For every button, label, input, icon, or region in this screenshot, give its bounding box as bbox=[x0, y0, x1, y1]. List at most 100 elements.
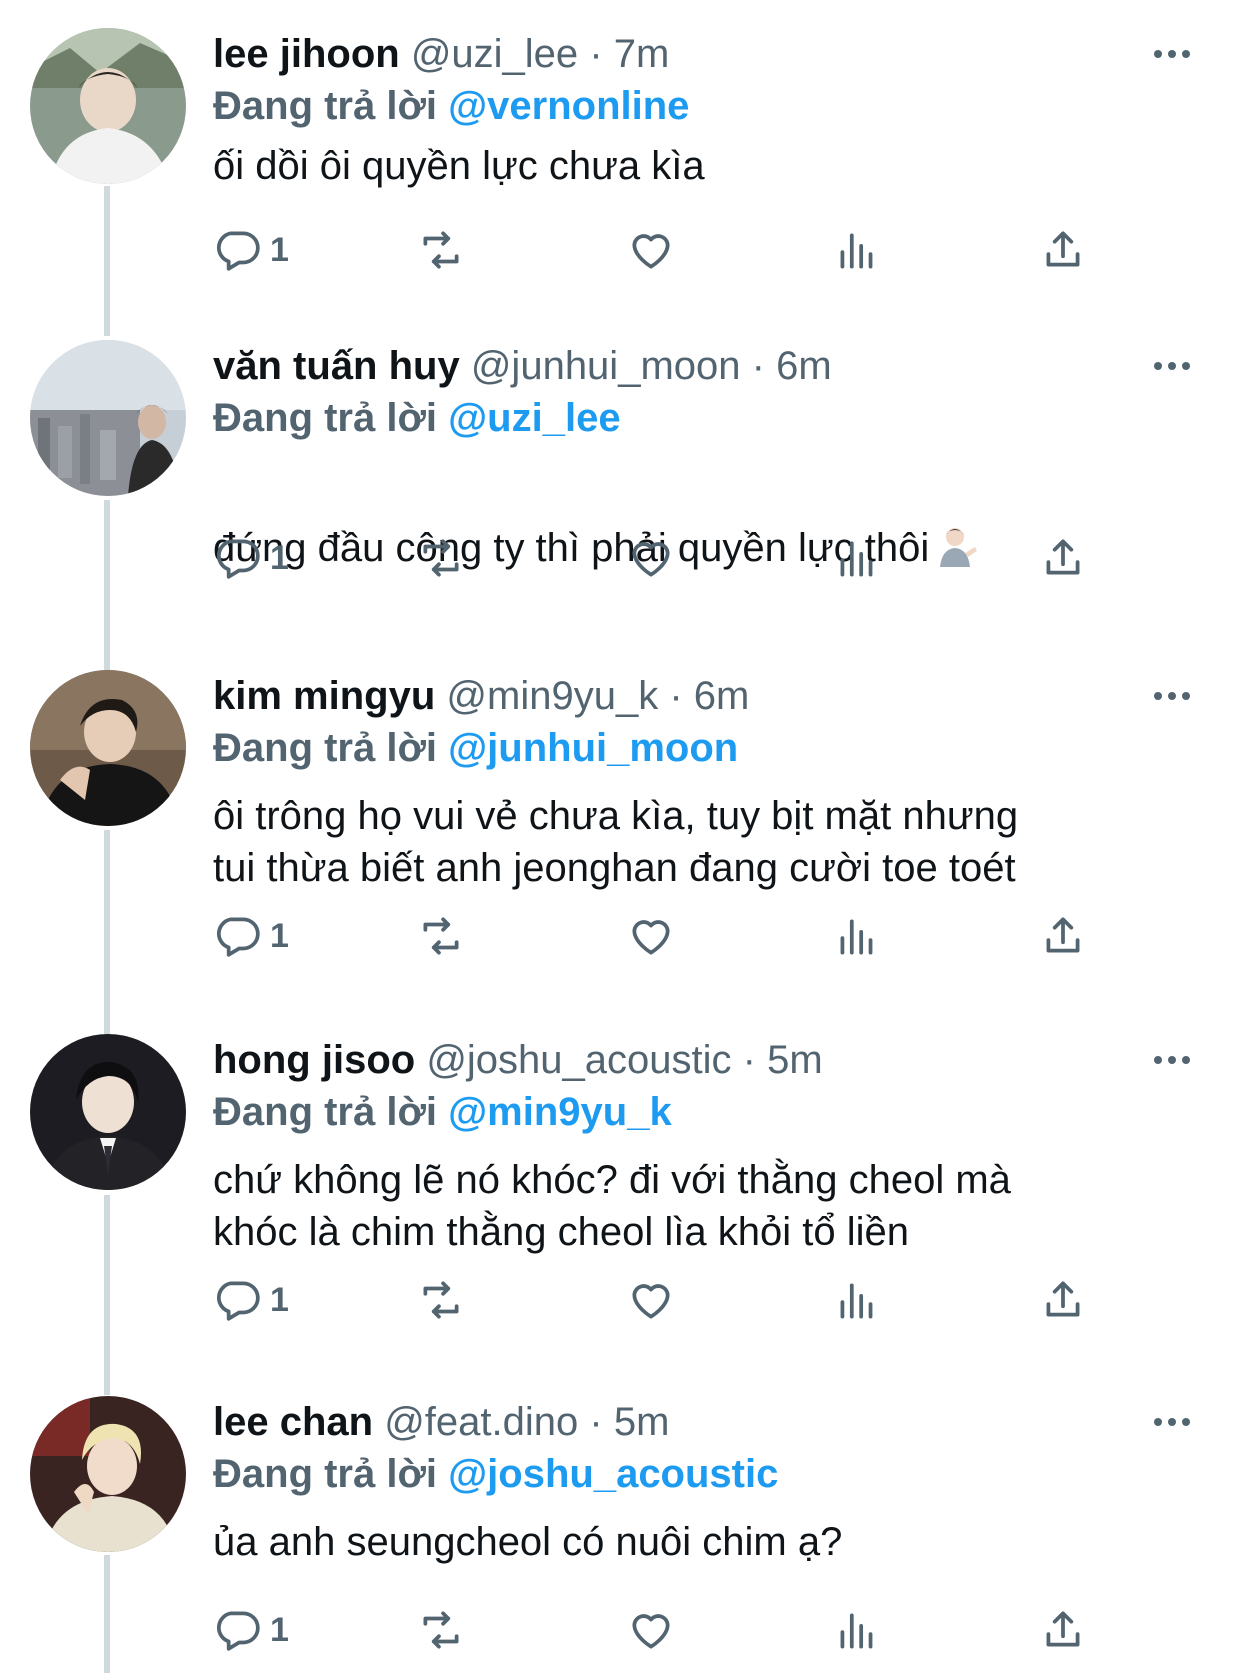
share-button[interactable] bbox=[1038, 528, 1088, 588]
retweet-button[interactable] bbox=[416, 1600, 466, 1660]
separator-dot: · bbox=[589, 1400, 603, 1444]
timestamp[interactable]: 7m bbox=[614, 32, 670, 76]
replying-to-label: Đang trả lời bbox=[213, 1452, 438, 1496]
reply-icon bbox=[216, 231, 260, 271]
views-button[interactable] bbox=[832, 220, 882, 280]
retweet-icon bbox=[423, 231, 459, 269]
views-icon bbox=[840, 1283, 873, 1319]
reply-count: 1 bbox=[270, 1280, 289, 1319]
replying-to-link[interactable]: @min9yu_k bbox=[448, 1090, 672, 1134]
avatar[interactable] bbox=[30, 670, 186, 826]
separator-dot: · bbox=[742, 1038, 756, 1082]
like-icon bbox=[632, 920, 670, 955]
reply-button[interactable]: 1 bbox=[212, 220, 289, 280]
tweet-header: lee jihoon @uzi_lee · 7m bbox=[213, 28, 669, 80]
retweet-button[interactable] bbox=[416, 1270, 466, 1330]
views-icon bbox=[840, 919, 873, 955]
reply-count: 1 bbox=[270, 538, 289, 577]
reply-count: 1 bbox=[270, 1610, 289, 1649]
timestamp[interactable]: 5m bbox=[614, 1400, 670, 1444]
username-handle[interactable]: @feat.dino bbox=[384, 1400, 578, 1444]
display-name[interactable]: lee chan bbox=[213, 1400, 373, 1444]
action-bar: 1 bbox=[0, 220, 1242, 280]
replying-to: Đang trả lời @min9yu_k bbox=[213, 1086, 672, 1138]
share-button[interactable] bbox=[1038, 220, 1088, 280]
tweet-text: chứ không lẽ nó khóc? đi với thằng cheol… bbox=[213, 1158, 1011, 1254]
like-button[interactable] bbox=[626, 220, 676, 280]
views-button[interactable] bbox=[832, 1600, 882, 1660]
replying-to: Đang trả lời @uzi_lee bbox=[213, 392, 621, 444]
retweet-icon bbox=[423, 917, 459, 955]
replying-to: Đang trả lời @vernonline bbox=[213, 80, 689, 132]
more-icon[interactable] bbox=[1142, 1036, 1202, 1084]
display-name[interactable]: văn tuấn huy bbox=[213, 344, 460, 388]
views-button[interactable] bbox=[832, 528, 882, 588]
like-button[interactable] bbox=[626, 1270, 676, 1330]
action-bar: 1 bbox=[0, 906, 1242, 966]
username-handle[interactable]: @joshu_acoustic bbox=[426, 1038, 731, 1082]
share-button[interactable] bbox=[1038, 1270, 1088, 1330]
like-button[interactable] bbox=[626, 906, 676, 966]
reply-button[interactable]: 1 bbox=[212, 1270, 289, 1330]
replying-to-link[interactable]: @junhui_moon bbox=[448, 726, 738, 770]
display-name[interactable]: kim mingyu bbox=[213, 674, 435, 718]
reply-button[interactable]: 1 bbox=[212, 528, 289, 588]
reply-button[interactable]: 1 bbox=[212, 1600, 289, 1660]
retweet-button[interactable] bbox=[416, 906, 466, 966]
avatar[interactable] bbox=[30, 28, 186, 184]
like-button[interactable] bbox=[626, 1600, 676, 1660]
avatar-image bbox=[30, 28, 186, 184]
views-button[interactable] bbox=[832, 906, 882, 966]
separator-dot: · bbox=[589, 32, 603, 76]
more-icon[interactable] bbox=[1142, 1398, 1202, 1446]
action-bar: 1 bbox=[0, 1600, 1242, 1660]
avatar[interactable] bbox=[30, 1034, 186, 1190]
avatar[interactable] bbox=[30, 1396, 186, 1552]
more-icon[interactable] bbox=[1142, 30, 1202, 78]
share-button[interactable] bbox=[1038, 906, 1088, 966]
like-button[interactable] bbox=[626, 528, 676, 588]
tweet-header: lee chan @feat.dino · 5m bbox=[213, 1396, 669, 1448]
reply-count: 1 bbox=[270, 230, 289, 269]
more-icon[interactable] bbox=[1142, 672, 1202, 720]
action-bar: 1 bbox=[0, 528, 1242, 588]
replying-to-label: Đang trả lời bbox=[213, 396, 438, 440]
tweet-header: văn tuấn huy @junhui_moon · 6m bbox=[213, 340, 832, 392]
username-handle[interactable]: @min9yu_k bbox=[446, 674, 658, 718]
replying-to: Đang trả lời @joshu_acoustic bbox=[213, 1448, 778, 1500]
separator-dot: · bbox=[669, 674, 683, 718]
display-name[interactable]: lee jihoon bbox=[213, 32, 400, 76]
action-bar: 1 bbox=[0, 1270, 1242, 1330]
share-icon bbox=[1046, 539, 1080, 575]
username-handle[interactable]: @junhui_moon bbox=[471, 344, 741, 388]
views-button[interactable] bbox=[832, 1270, 882, 1330]
more-icon[interactable] bbox=[1142, 342, 1202, 390]
share-icon bbox=[1046, 1611, 1080, 1647]
views-icon bbox=[840, 233, 873, 269]
tweet-text: ôi trông họ vui vẻ chưa kìa, tuy bịt mặt… bbox=[213, 794, 1019, 890]
display-name[interactable]: hong jisoo bbox=[213, 1038, 415, 1082]
share-icon bbox=[1046, 231, 1080, 267]
like-icon bbox=[632, 1284, 670, 1319]
reply-count: 1 bbox=[270, 916, 289, 955]
views-icon bbox=[840, 541, 873, 577]
share-button[interactable] bbox=[1038, 1600, 1088, 1660]
reply-icon bbox=[216, 539, 260, 579]
avatar[interactable] bbox=[30, 340, 186, 496]
reply-button[interactable]: 1 bbox=[212, 906, 289, 966]
retweet-icon bbox=[423, 539, 459, 577]
tweet-text: ối dồi ôi quyền lực chưa kìa bbox=[213, 144, 705, 188]
replying-to-link[interactable]: @uzi_lee bbox=[448, 396, 620, 440]
replying-to-link[interactable]: @joshu_acoustic bbox=[448, 1452, 778, 1496]
replying-to-link[interactable]: @vernonline bbox=[448, 84, 689, 128]
retweet-button[interactable] bbox=[416, 528, 466, 588]
like-icon bbox=[632, 542, 670, 577]
tweet-text: ủa anh seungcheol có nuôi chim ạ? bbox=[213, 1520, 843, 1564]
timestamp[interactable]: 6m bbox=[776, 344, 832, 388]
reply-icon bbox=[216, 917, 260, 957]
retweet-button[interactable] bbox=[416, 220, 466, 280]
like-icon bbox=[632, 1614, 670, 1649]
username-handle[interactable]: @uzi_lee bbox=[411, 32, 578, 76]
timestamp[interactable]: 5m bbox=[767, 1038, 823, 1082]
timestamp[interactable]: 6m bbox=[694, 674, 750, 718]
